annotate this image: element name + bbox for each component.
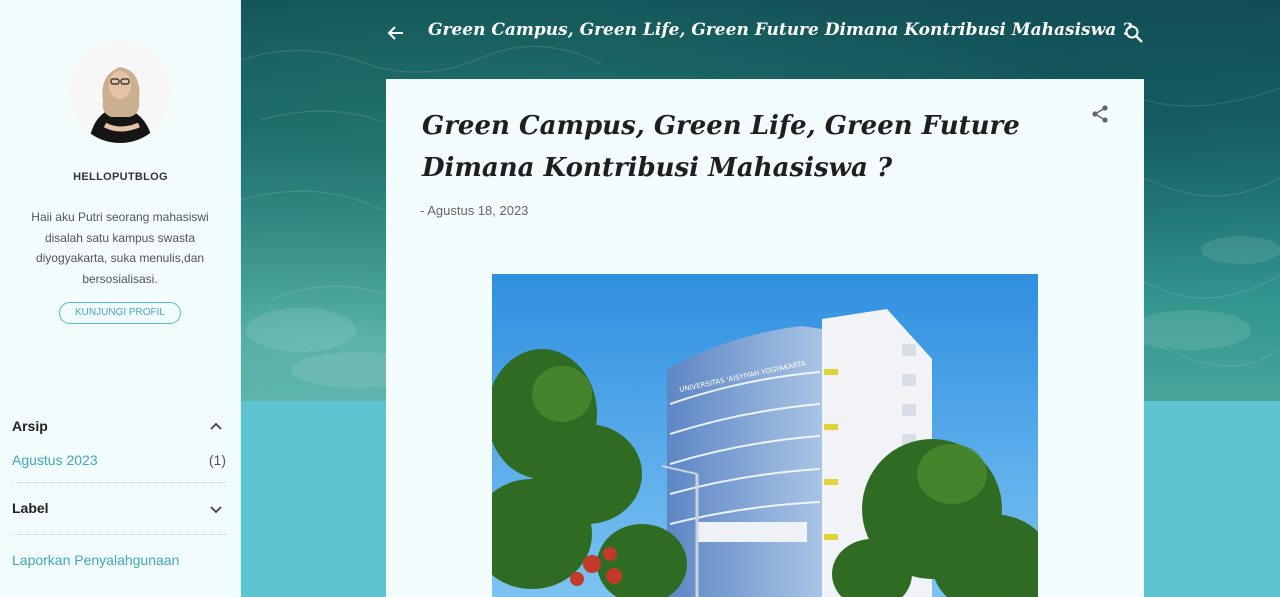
sidebar: HELLOPUTBLOG Haii aku Putri seorang maha…: [0, 0, 241, 597]
header-title: Green Campus, Green Life, Green Future D…: [428, 20, 1133, 40]
post-date: - Agustus 18, 2023: [420, 203, 529, 218]
chevron-up-icon[interactable]: [209, 420, 223, 434]
archive-item-agustus-2023[interactable]: Agustus 2023: [12, 452, 98, 468]
archive-widget-title[interactable]: Arsip: [12, 418, 48, 434]
divider: [12, 534, 227, 535]
chevron-down-icon[interactable]: [209, 502, 223, 516]
visit-profile-button[interactable]: KUNJUNGI PROFIL: [59, 302, 181, 324]
blog-description: Haii aku Putri seorang mahasiswi disalah…: [31, 210, 209, 286]
report-abuse-link[interactable]: Laporkan Penyalahgunaan: [12, 552, 179, 568]
share-icon[interactable]: [1090, 104, 1110, 124]
search-icon[interactable]: [1124, 24, 1144, 44]
post-card: Green Campus, Green Life, Green Future D…: [386, 79, 1144, 597]
archive-item-count: (1): [208, 452, 226, 468]
blog-name[interactable]: HELLOPUTBLOG: [0, 171, 241, 183]
arrow-left-icon[interactable]: [386, 23, 406, 43]
avatar[interactable]: [69, 41, 171, 143]
post-image[interactable]: UNIVERSITAS 'AISYIYAH YOGYAKARTA: [492, 274, 1038, 597]
post-title: Green Campus, Green Life, Green Future D…: [422, 111, 1020, 183]
label-widget-title[interactable]: Label: [12, 500, 49, 516]
divider: [12, 482, 227, 483]
